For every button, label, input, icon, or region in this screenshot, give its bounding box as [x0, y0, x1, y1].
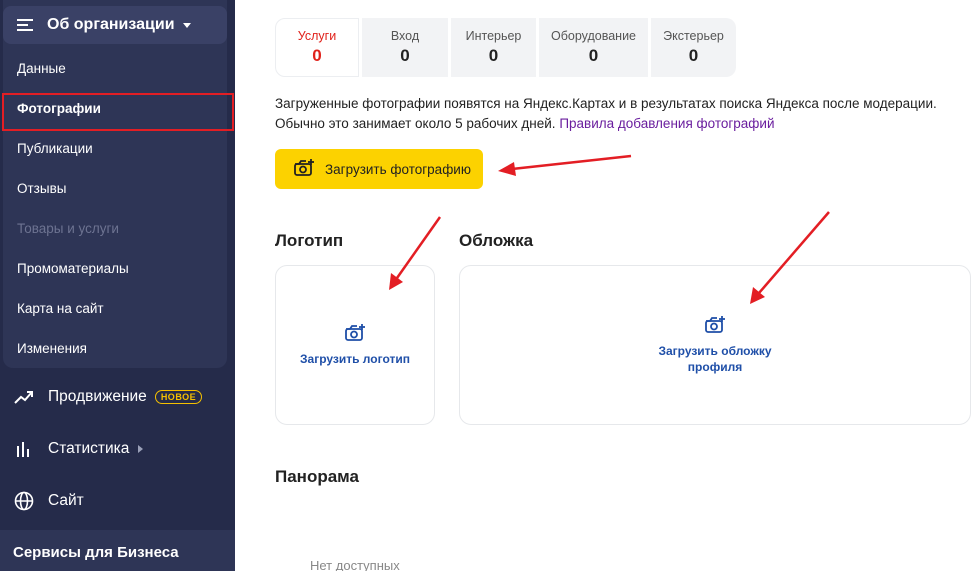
org-panel: Об организации Данные Фотографии Публика… [3, 0, 227, 368]
sidebar: Об организации Данные Фотографии Публика… [0, 0, 235, 571]
arrow-upload [511, 154, 632, 171]
tab-count: 0 [488, 46, 499, 65]
moderation-info: Загруженные фотографии появятся на Яндек… [275, 94, 975, 134]
tab-count: 0 [588, 46, 599, 65]
upload-cover-label: Загрузить обложку профиля [658, 343, 771, 375]
logo-title: Логотип [275, 231, 344, 250]
info-line-1: Загруженные фотографии появятся на Яндек… [275, 96, 937, 111]
org-menu-toggle[interactable]: Об организации [3, 6, 227, 44]
arrow-head-upload [498, 162, 516, 176]
new-badge: НОВОЕ [154, 390, 203, 404]
upload-cover-line-2: профиля [687, 360, 743, 374]
tab-count: 0 [400, 46, 410, 65]
cover-title: Обложка [459, 231, 534, 250]
sidebar-item-reviews[interactable]: Отзывы [17, 179, 66, 199]
tab-interior[interactable]: Интерьер 0 [451, 18, 536, 77]
photo-rules-link[interactable]: Правила добавления фотографий [559, 116, 774, 131]
upload-cover-card[interactable]: Загрузить обложку профиля [459, 265, 971, 425]
upload-cover-line-1: Загрузить обложку [658, 344, 772, 358]
upload-photo-label: Загрузить фотографию [325, 161, 471, 177]
panorama-title: Панорама [275, 467, 359, 486]
highlight-box [2, 93, 234, 131]
chevron-right-icon [138, 445, 144, 453]
tab-count: 0 [312, 46, 322, 65]
menu-icon [17, 19, 33, 31]
tab-label: Вход [390, 29, 420, 43]
sidebar-item-changes[interactable]: Изменения [17, 339, 87, 359]
nav-site[interactable]: Сайт [14, 491, 84, 511]
upload-logo-label: Загрузить логотип [300, 352, 410, 366]
info-line-2-wrap: Обычно это занимает около 5 рабочих дней… [275, 114, 975, 134]
tab-exterior[interactable]: Экстерьер 0 [651, 18, 736, 77]
org-title: Об организации [47, 16, 175, 33]
sidebar-item-goods: Товары и услуги [17, 221, 119, 236]
nav-promotion[interactable]: Продвижение НОВОЕ [14, 387, 203, 407]
sidebar-item-promo[interactable]: Промоматериалы [17, 259, 129, 279]
sidebar-item-map[interactable]: Карта на сайт [17, 299, 104, 319]
tab-services[interactable]: Услуги 0 [275, 18, 359, 77]
photo-category-tabs: Услуги 0 Вход 0 Интерьер 0 Оборудование … [275, 18, 736, 77]
tab-label: Экстерьер [663, 29, 724, 43]
globe-icon [14, 491, 34, 511]
sidebar-item-publications[interactable]: Публикации [17, 139, 93, 159]
tab-entrance[interactable]: Вход 0 [362, 18, 448, 77]
chevron-down-icon [182, 22, 191, 28]
info-line-2: Обычно это занимает около 5 рабочих дней… [275, 116, 556, 131]
tab-label: Интерьер [465, 29, 522, 43]
nav-stats-label: Статистика [48, 440, 130, 457]
sidebar-item-data[interactable]: Данные [17, 59, 66, 79]
tab-label: Услуги [297, 29, 337, 43]
nav-site-label: Сайт [48, 492, 84, 509]
tab-label: Оборудование [550, 29, 637, 43]
nav-promotion-label: Продвижение [48, 388, 147, 405]
camera-add-icon [344, 323, 366, 347]
upload-logo-card[interactable]: Загрузить логотип [275, 265, 435, 425]
bar-chart-icon [14, 439, 34, 459]
tab-equipment[interactable]: Оборудование 0 [539, 18, 648, 77]
camera-add-icon [704, 315, 726, 339]
panorama-empty-text: Нет доступных [310, 558, 400, 571]
nav-stats[interactable]: Статистика [14, 439, 144, 459]
tab-count: 0 [688, 46, 699, 65]
upload-photo-button[interactable]: Загрузить фотографию [275, 149, 483, 189]
camera-add-icon [293, 158, 315, 180]
services-link[interactable]: Сервисы для Бизнеса [13, 544, 179, 561]
trend-icon [14, 387, 34, 407]
